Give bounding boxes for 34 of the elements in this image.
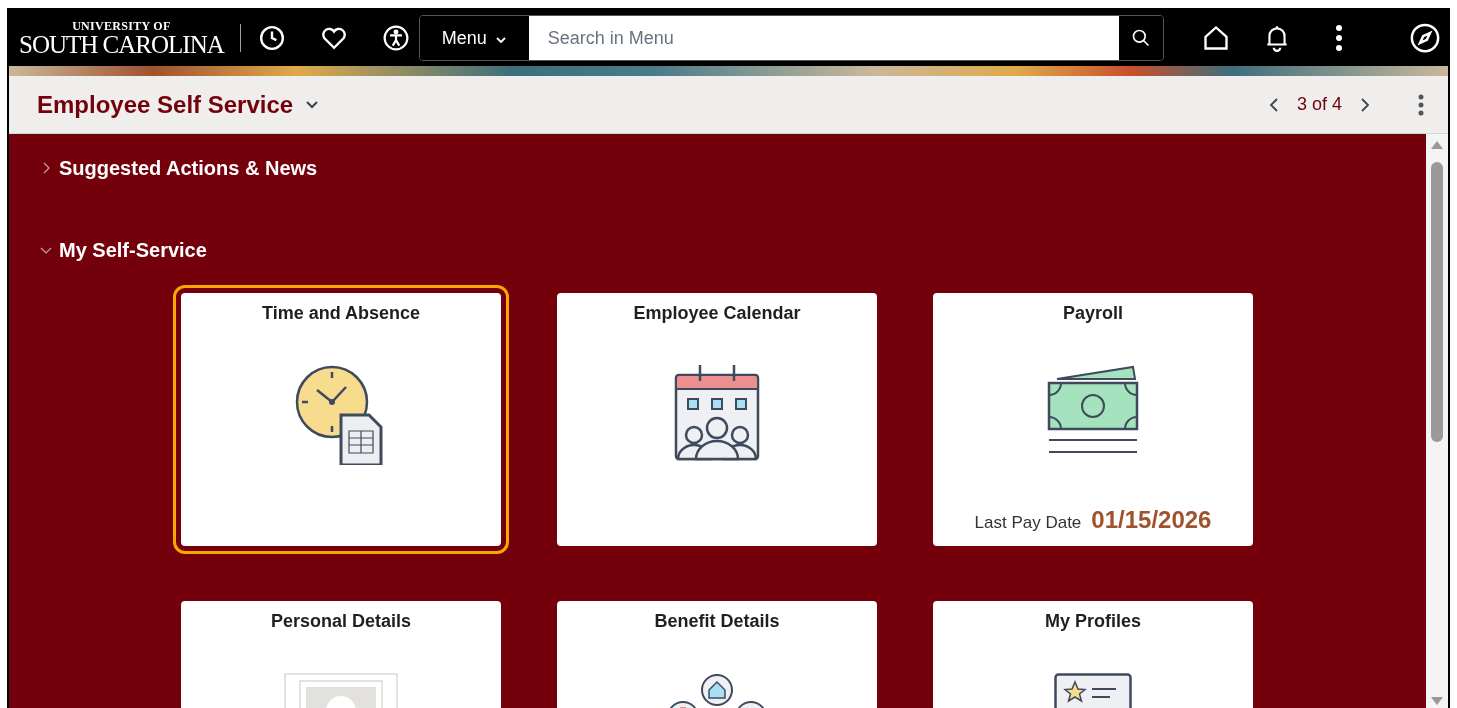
calendar-with-people-icon [674, 365, 760, 461]
chevron-down-icon[interactable] [305, 99, 320, 110]
accessibility-icon[interactable] [382, 25, 409, 51]
last-pay-date-value: 01/15/2026 [1091, 505, 1212, 535]
benefits-circles-icon [667, 673, 767, 708]
navigation-tile[interactable]: My Profiles [933, 601, 1253, 708]
page-counter: 3 of 4 [1296, 93, 1342, 116]
scrollbar-thumb[interactable] [1431, 162, 1443, 442]
scroll-up-arrow-icon[interactable] [1430, 140, 1444, 150]
profile-card-with-star-icon [1054, 673, 1132, 708]
tile-title: Benefit Details [654, 610, 780, 633]
navigation-tile[interactable]: Benefit Details [557, 601, 877, 708]
page-title: Employee Self Service [37, 89, 294, 120]
compass-icon[interactable] [1410, 23, 1440, 53]
more-options-icon[interactable] [1335, 25, 1342, 51]
navigation-tile[interactable]: Employee Calendar [557, 293, 877, 546]
section-heading[interactable]: My Self-Service [59, 235, 207, 265]
favorites-heart-icon[interactable] [320, 26, 347, 50]
home-icon[interactable] [1201, 24, 1230, 52]
tile-title: Personal Details [270, 610, 412, 633]
vertical-scrollbar[interactable] [1426, 134, 1448, 708]
tile-title: Employee Calendar [633, 302, 801, 325]
tile-title: Time and Absence [261, 302, 421, 325]
last-pay-date-label: Last Pay Date [974, 512, 1082, 534]
university-logo[interactable]: UNIVERSITY OF SOUTH CAROLINA [19, 19, 224, 57]
section-heading[interactable]: Suggested Actions & News [59, 153, 318, 183]
scroll-down-arrow-icon[interactable] [1430, 696, 1444, 706]
navigation-tile[interactable]: Personal Details [181, 601, 501, 708]
navigation-tile[interactable]: Payroll Last Pay Date 01/15/2026 [933, 293, 1253, 546]
more-options-icon[interactable] [1418, 93, 1424, 116]
money-bills-icon [1045, 365, 1141, 455]
tile-title: Payroll [1063, 302, 1123, 325]
tile-title: My Profiles [1045, 610, 1141, 633]
recent-clock-icon[interactable] [258, 25, 285, 51]
